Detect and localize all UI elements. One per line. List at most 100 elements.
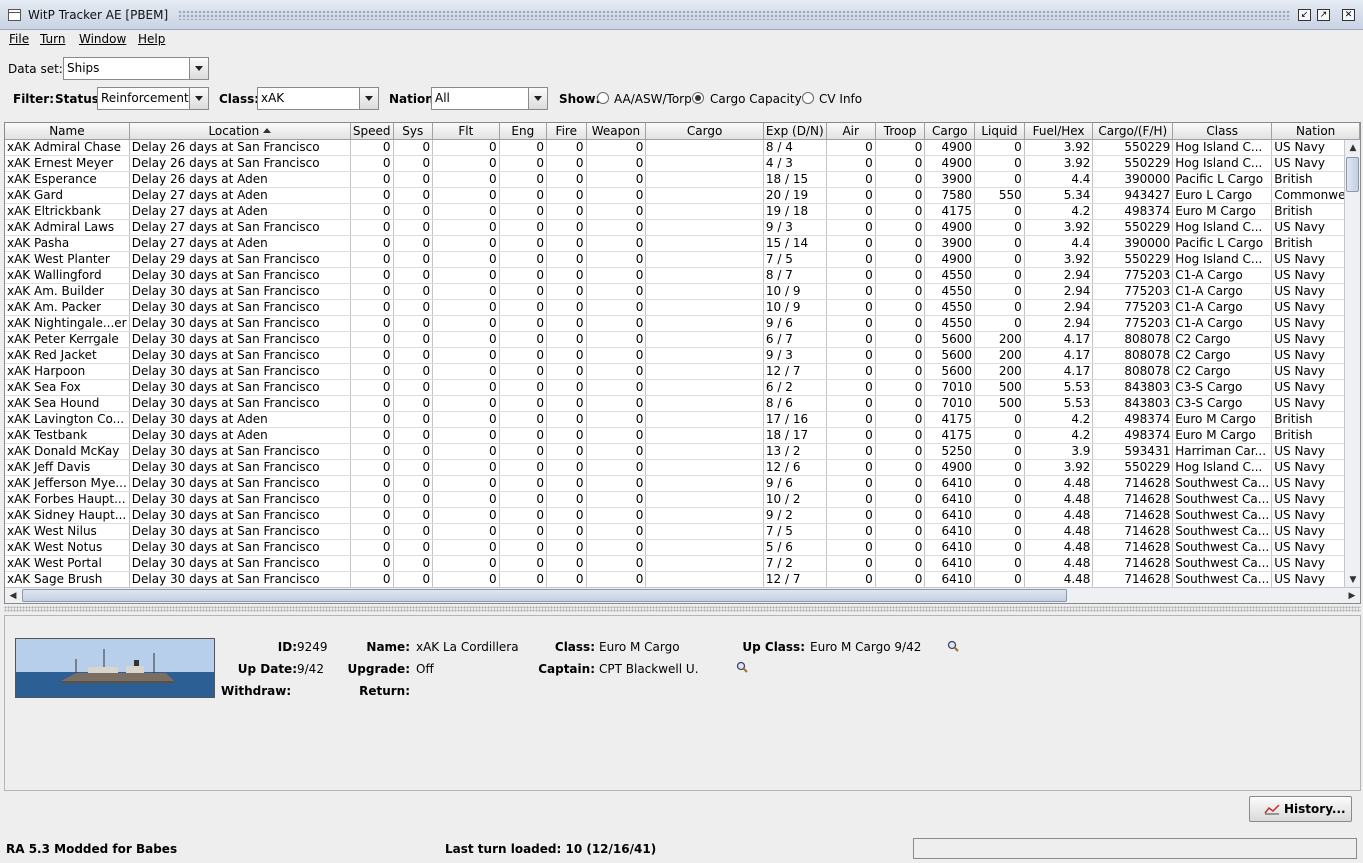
table-row[interactable]: xAK West Portal Delay 30 days at San Fran… (5, 555, 1360, 572)
table-row[interactable]: xAK Wallingford Delay 30 days at San Fran… (5, 267, 1360, 284)
table-row[interactable]: xAK Jeff Davis Delay 30 days at San Franc… (5, 459, 1360, 476)
table-row[interactable]: xAK Am. Packer Delay 30 days at San Franc… (5, 299, 1360, 316)
table-row[interactable]: xAK Lavington Co... Delay 30 days at Aden… (5, 411, 1360, 428)
column-header[interactable]: Name (5, 123, 130, 140)
search-icon[interactable] (736, 661, 748, 673)
column-header[interactable]: Speed (350, 123, 394, 140)
table-cell: xAK Nightingale...er (5, 315, 130, 332)
table-row[interactable]: xAK Harpoon Delay 30 days at San Francisc… (5, 363, 1360, 380)
table-row[interactable]: xAK Am. Builder Delay 30 days at San Fran… (5, 283, 1360, 300)
table-cell: 5250 (924, 443, 976, 460)
scroll-left-icon[interactable]: ◀ (5, 588, 21, 603)
table-cell: xAK Lavington Co... (5, 411, 130, 428)
column-header[interactable]: Air (826, 123, 876, 140)
table-cell: 0 (393, 203, 434, 220)
column-header[interactable]: Troop (875, 123, 926, 140)
scroll-right-icon[interactable]: ▶ (1344, 588, 1360, 603)
close-icon[interactable]: ✕ (1342, 9, 1355, 21)
menu-help[interactable]: Help (138, 32, 165, 46)
table-row[interactable]: xAK West Planter Delay 29 days at San Fra… (5, 251, 1360, 268)
menu-window[interactable]: Window (79, 32, 126, 46)
column-header[interactable]: Class (1172, 123, 1273, 140)
table-row[interactable]: xAK Testbank Delay 30 days at Aden 0 0 0 0 0 0 1… (5, 427, 1360, 444)
column-header[interactable]: Cargo/(F/H) (1092, 123, 1174, 140)
table-row[interactable]: xAK Donald McKay Delay 30 days at San Fra… (5, 443, 1360, 460)
column-header[interactable]: Sys (393, 123, 434, 140)
radio-cargo-capacity[interactable] (692, 92, 704, 104)
column-header-label: Air (842, 123, 859, 138)
table-row[interactable]: xAK Sage Brush Delay 30 days at San Franc… (5, 571, 1360, 588)
table-cell: 0 (875, 331, 926, 348)
vertical-scroll-thumb[interactable] (1346, 157, 1359, 192)
column-header[interactable]: Cargo (645, 123, 764, 140)
vertical-scrollbar[interactable]: ▲ ▼ (1344, 140, 1360, 588)
column-header[interactable]: Cargo (924, 123, 976, 140)
table-cell: 0 (350, 155, 394, 172)
status-select[interactable]: Reinforcement (97, 87, 209, 110)
nation-select[interactable]: All (431, 87, 548, 110)
column-header[interactable]: Location (129, 123, 351, 140)
chevron-down-icon[interactable] (359, 88, 378, 109)
column-header[interactable]: Fuel/Hex (1024, 123, 1094, 140)
column-header[interactable]: Flt (432, 123, 500, 140)
column-header[interactable]: Liquid (974, 123, 1025, 140)
table-row[interactable]: xAK Jefferson Mye... Delay 30 days at San… (5, 475, 1360, 492)
table-cell: 5600 (924, 347, 976, 364)
radio-cargo-capacity-label[interactable]: Cargo Capacity (710, 92, 802, 106)
table-row[interactable]: xAK Eltrickbank Delay 27 days at Aden 0 0 0 0… (5, 203, 1360, 220)
chevron-down-icon[interactable] (528, 88, 547, 109)
table-row[interactable]: xAK Pasha Delay 27 days at Aden 0 0 0 0 0 0 15 /… (5, 235, 1360, 252)
chevron-down-icon[interactable] (189, 58, 208, 79)
dataset-select[interactable]: Ships (63, 57, 209, 80)
table-cell: 7010 (924, 379, 976, 396)
table-row[interactable]: xAK Nightingale...er Delay 30 days at San… (5, 315, 1360, 332)
radio-aa-asw-torp-label[interactable]: AA/ASW/Torp (614, 92, 692, 106)
table-cell: C1-A Cargo (1172, 299, 1273, 316)
column-header[interactable]: Eng (499, 123, 547, 140)
table-row[interactable]: xAK Sea Hound Delay 30 days at San Franci… (5, 395, 1360, 412)
maximize-icon[interactable]: ↗ (1317, 9, 1330, 21)
horizontal-scroll-thumb[interactable] (22, 589, 1067, 602)
split-pane-divider[interactable] (4, 606, 1361, 612)
radio-cv-info[interactable] (802, 92, 814, 104)
column-header[interactable]: Nation (1271, 123, 1360, 140)
table-cell: 4.48 (1024, 475, 1094, 492)
table-cell: 0 (432, 251, 500, 268)
column-header-label: Cargo (686, 123, 723, 138)
scroll-up-icon[interactable]: ▲ (1345, 140, 1360, 156)
column-header[interactable]: Exp (D/N) (763, 123, 827, 140)
table-row[interactable]: xAK Sidney Haupt... Delay 30 days at San … (5, 507, 1360, 524)
filter-label: Filter: (13, 92, 55, 106)
table-cell: 0 (974, 411, 1025, 428)
menu-file[interactable]: File (9, 32, 29, 46)
table-row[interactable]: xAK Esperance Delay 26 days at Aden 0 0 0 0 0 0… (5, 171, 1360, 188)
table-row[interactable]: xAK Ernest Meyer Delay 26 days at San Fra… (5, 155, 1360, 172)
table-row[interactable]: xAK West Nilus Delay 30 days at San Franc… (5, 523, 1360, 540)
table-row[interactable]: xAK Red Jacket Delay 30 days at San Franc… (5, 347, 1360, 364)
class-select[interactable]: xAK (257, 87, 379, 110)
table-row[interactable]: xAK West Notus Delay 30 days at San Franc… (5, 539, 1360, 556)
menu-turn[interactable]: Turn (40, 32, 65, 46)
table-cell: 0 (875, 219, 926, 236)
scroll-down-icon[interactable]: ▼ (1345, 572, 1360, 588)
table-cell: 0 (350, 283, 394, 300)
table-cell: 0 (826, 331, 876, 348)
chevron-down-icon[interactable] (189, 88, 208, 109)
column-header[interactable]: Fire (546, 123, 587, 140)
table-cell: 0 (974, 283, 1025, 300)
minimize-icon[interactable]: ↙ (1298, 9, 1311, 21)
radio-aa-asw-torp[interactable] (597, 92, 609, 104)
table-row[interactable]: xAK Forbes Haupt... Delay 30 days at San … (5, 491, 1360, 508)
column-header[interactable]: Weapon (586, 123, 647, 140)
radio-cv-info-label[interactable]: CV Info (819, 92, 862, 106)
table-row[interactable]: xAK Peter Kerrgale Delay 30 days at San F… (5, 331, 1360, 348)
table-row[interactable]: xAK Admiral Chase Delay 26 days at San Fr… (5, 139, 1360, 156)
horizontal-scrollbar[interactable]: ◀ ▶ (5, 587, 1360, 603)
table-cell: 0 (499, 315, 547, 332)
table-row[interactable]: xAK Sea Fox Delay 30 days at San Francisc… (5, 379, 1360, 396)
history-button[interactable]: History... (1249, 796, 1352, 822)
table-row[interactable]: xAK Gard Delay 27 days at Aden 0 0 0 0 0 0 20 / … (5, 187, 1360, 204)
search-icon[interactable] (947, 640, 959, 652)
table-cell: 550229 (1092, 219, 1174, 236)
table-row[interactable]: xAK Admiral Laws Delay 27 days at San Fra… (5, 219, 1360, 236)
